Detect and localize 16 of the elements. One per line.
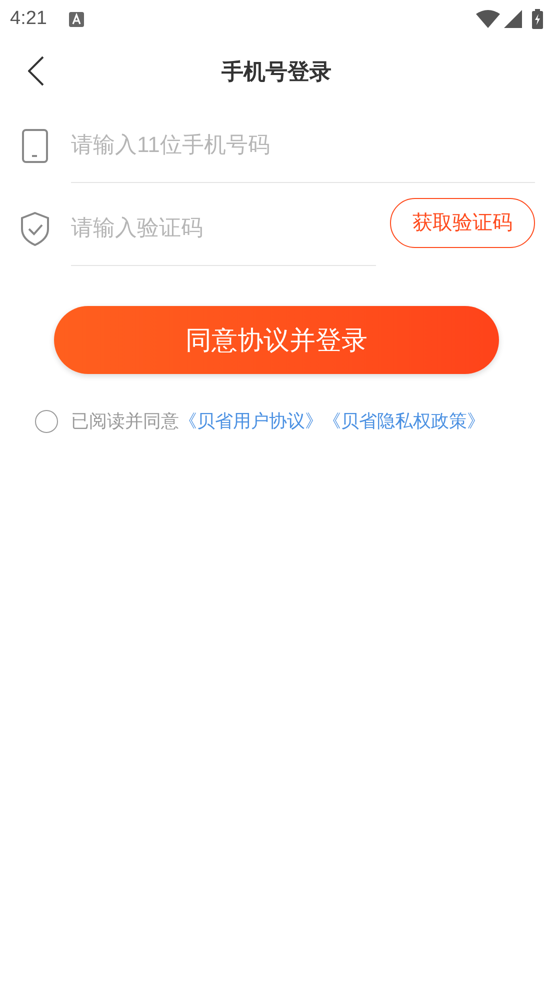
phone-input-field[interactable]: 请输入11位手机号码	[71, 108, 535, 183]
wifi-icon	[476, 10, 500, 28]
battery-icon	[532, 9, 543, 29]
code-input-field[interactable]: 请输入验证码	[71, 191, 376, 266]
signal-icon	[504, 10, 522, 28]
login-button[interactable]: 同意协议并登录	[54, 306, 499, 374]
keyboard-icon	[68, 12, 84, 26]
phone-icon	[22, 128, 48, 162]
page-title: 手机号登录	[222, 58, 332, 86]
shield-check-icon	[20, 212, 50, 246]
agreement-text: 已阅读并同意	[71, 410, 179, 433]
agreement-link[interactable]: 《贝省用户协议》	[179, 408, 323, 435]
get-code-button[interactable]: 获取验证码	[390, 198, 535, 248]
status-time: 4:21	[10, 6, 47, 31]
agreement-link[interactable]: 《贝省隐私权政策》	[323, 408, 485, 435]
agreement-checkbox[interactable]	[35, 410, 58, 433]
